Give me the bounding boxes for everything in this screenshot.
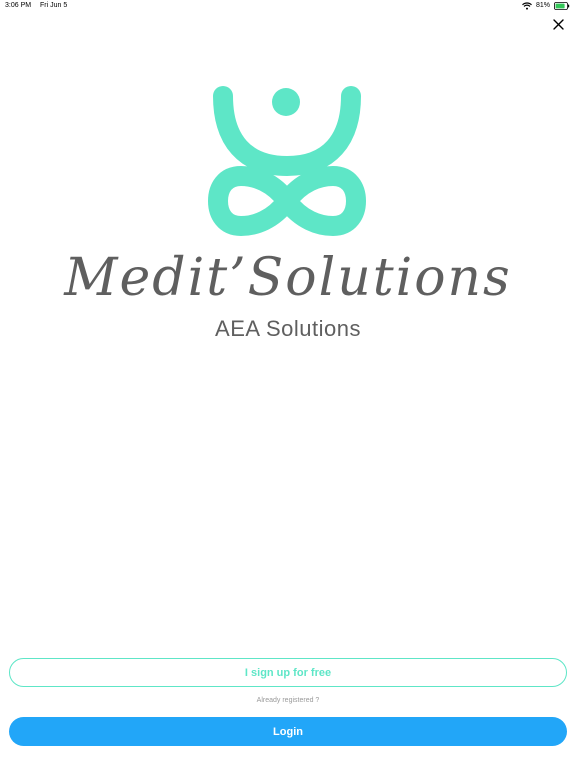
status-right: 81%	[522, 0, 570, 12]
battery-icon	[554, 2, 570, 10]
brand-subtitle: AEA Solutions	[215, 316, 361, 341]
login-button[interactable]: Login	[9, 717, 567, 746]
battery-percent: 81%	[535, 2, 550, 9]
meditation-logo	[205, 84, 369, 241]
signup-button[interactable]: I sign up for free	[9, 658, 567, 687]
brand-name: Medit’Solutions	[64, 248, 512, 308]
close-button[interactable]	[548, 14, 568, 34]
status-bar: 3:06 PM Fri Jun 5 81%	[0, 0, 576, 12]
close-icon	[552, 18, 564, 30]
welcome-screen: 3:06 PM Fri Jun 5 81% Medit’Solutions AE…	[0, 0, 576, 768]
status-date: Fri Jun 5	[40, 2, 68, 9]
status-time: 3:06 PM	[5, 2, 32, 9]
wifi-icon	[522, 2, 532, 10]
status-left: 3:06 PM Fri Jun 5	[5, 0, 74, 12]
already-registered-text: Already registered ?	[256, 697, 320, 704]
